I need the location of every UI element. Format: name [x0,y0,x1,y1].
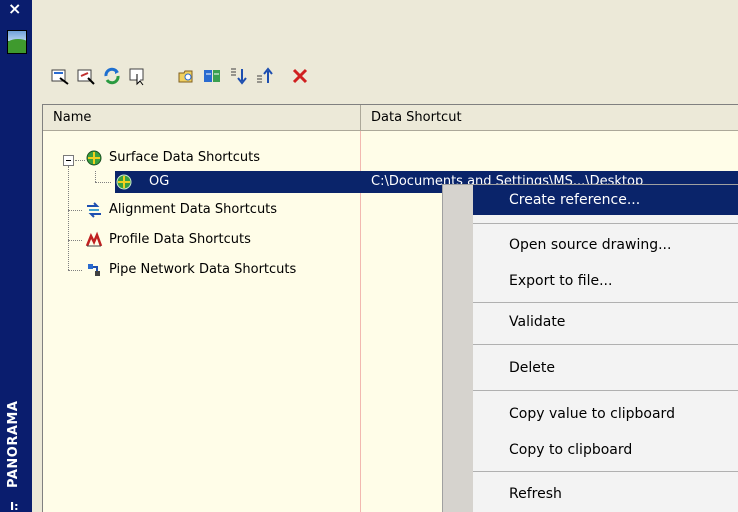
tree-line [95,171,96,182]
associate-project-icon[interactable] [202,66,222,86]
menu-item-validate[interactable]: Validate [473,307,738,337]
close-icon[interactable]: × [8,1,21,17]
menu-item-delete[interactable]: Delete [473,353,738,383]
menu-item-export-to-file[interactable]: Export to file... [473,266,738,296]
panorama-thumbnail-icon[interactable] [7,30,27,54]
tree-line [68,240,82,241]
open-drawing-icon[interactable] [76,66,96,86]
select-icon[interactable] [128,66,148,86]
menu-separator [473,471,738,472]
panorama-title: PANORAMA [6,400,21,488]
tree-line [68,210,82,211]
panorama-tick-mark: I: [10,500,19,512]
tree-item-og: OG [149,174,170,189]
tree-line [68,166,69,270]
new-folder-icon[interactable] [176,66,196,86]
pipe-network-icon [88,264,100,276]
create-reference-icon[interactable] [50,66,70,86]
menu-item-open-source-drawing[interactable]: Open source drawing... [473,230,738,260]
context-menu-gutter [443,185,473,512]
tree-line [95,182,111,183]
context-menu: Create reference... Open source drawing.… [442,184,738,512]
collapse-toggle-icon[interactable] [63,155,74,166]
tree-line [75,160,85,161]
profile-icon [85,231,103,247]
tree-line [68,270,82,271]
surface-icon [116,174,132,190]
menu-separator [473,390,738,391]
menu-separator [473,302,738,303]
refresh-icon[interactable] [102,66,122,86]
menu-item-create-reference[interactable]: Create reference... [473,185,738,215]
move-down-icon[interactable] [228,66,248,86]
alignment-icon [87,202,101,218]
menu-item-copy-value[interactable]: Copy value to clipboard [473,399,738,429]
menu-separator [473,223,738,224]
surface-icon [86,150,102,166]
move-up-icon[interactable] [254,66,274,86]
delete-icon[interactable] [290,66,310,86]
menu-separator [473,344,738,345]
column-header: Name Data Shortcut [43,105,738,131]
menu-item-copy-to-clipboard[interactable]: Copy to clipboard [473,435,738,465]
column-name[interactable]: Name [43,105,361,131]
panorama-strip: × PANORAMA I: [0,0,32,512]
menu-item-refresh[interactable]: Refresh [473,479,738,509]
column-data-shortcut[interactable]: Data Shortcut [361,105,738,131]
